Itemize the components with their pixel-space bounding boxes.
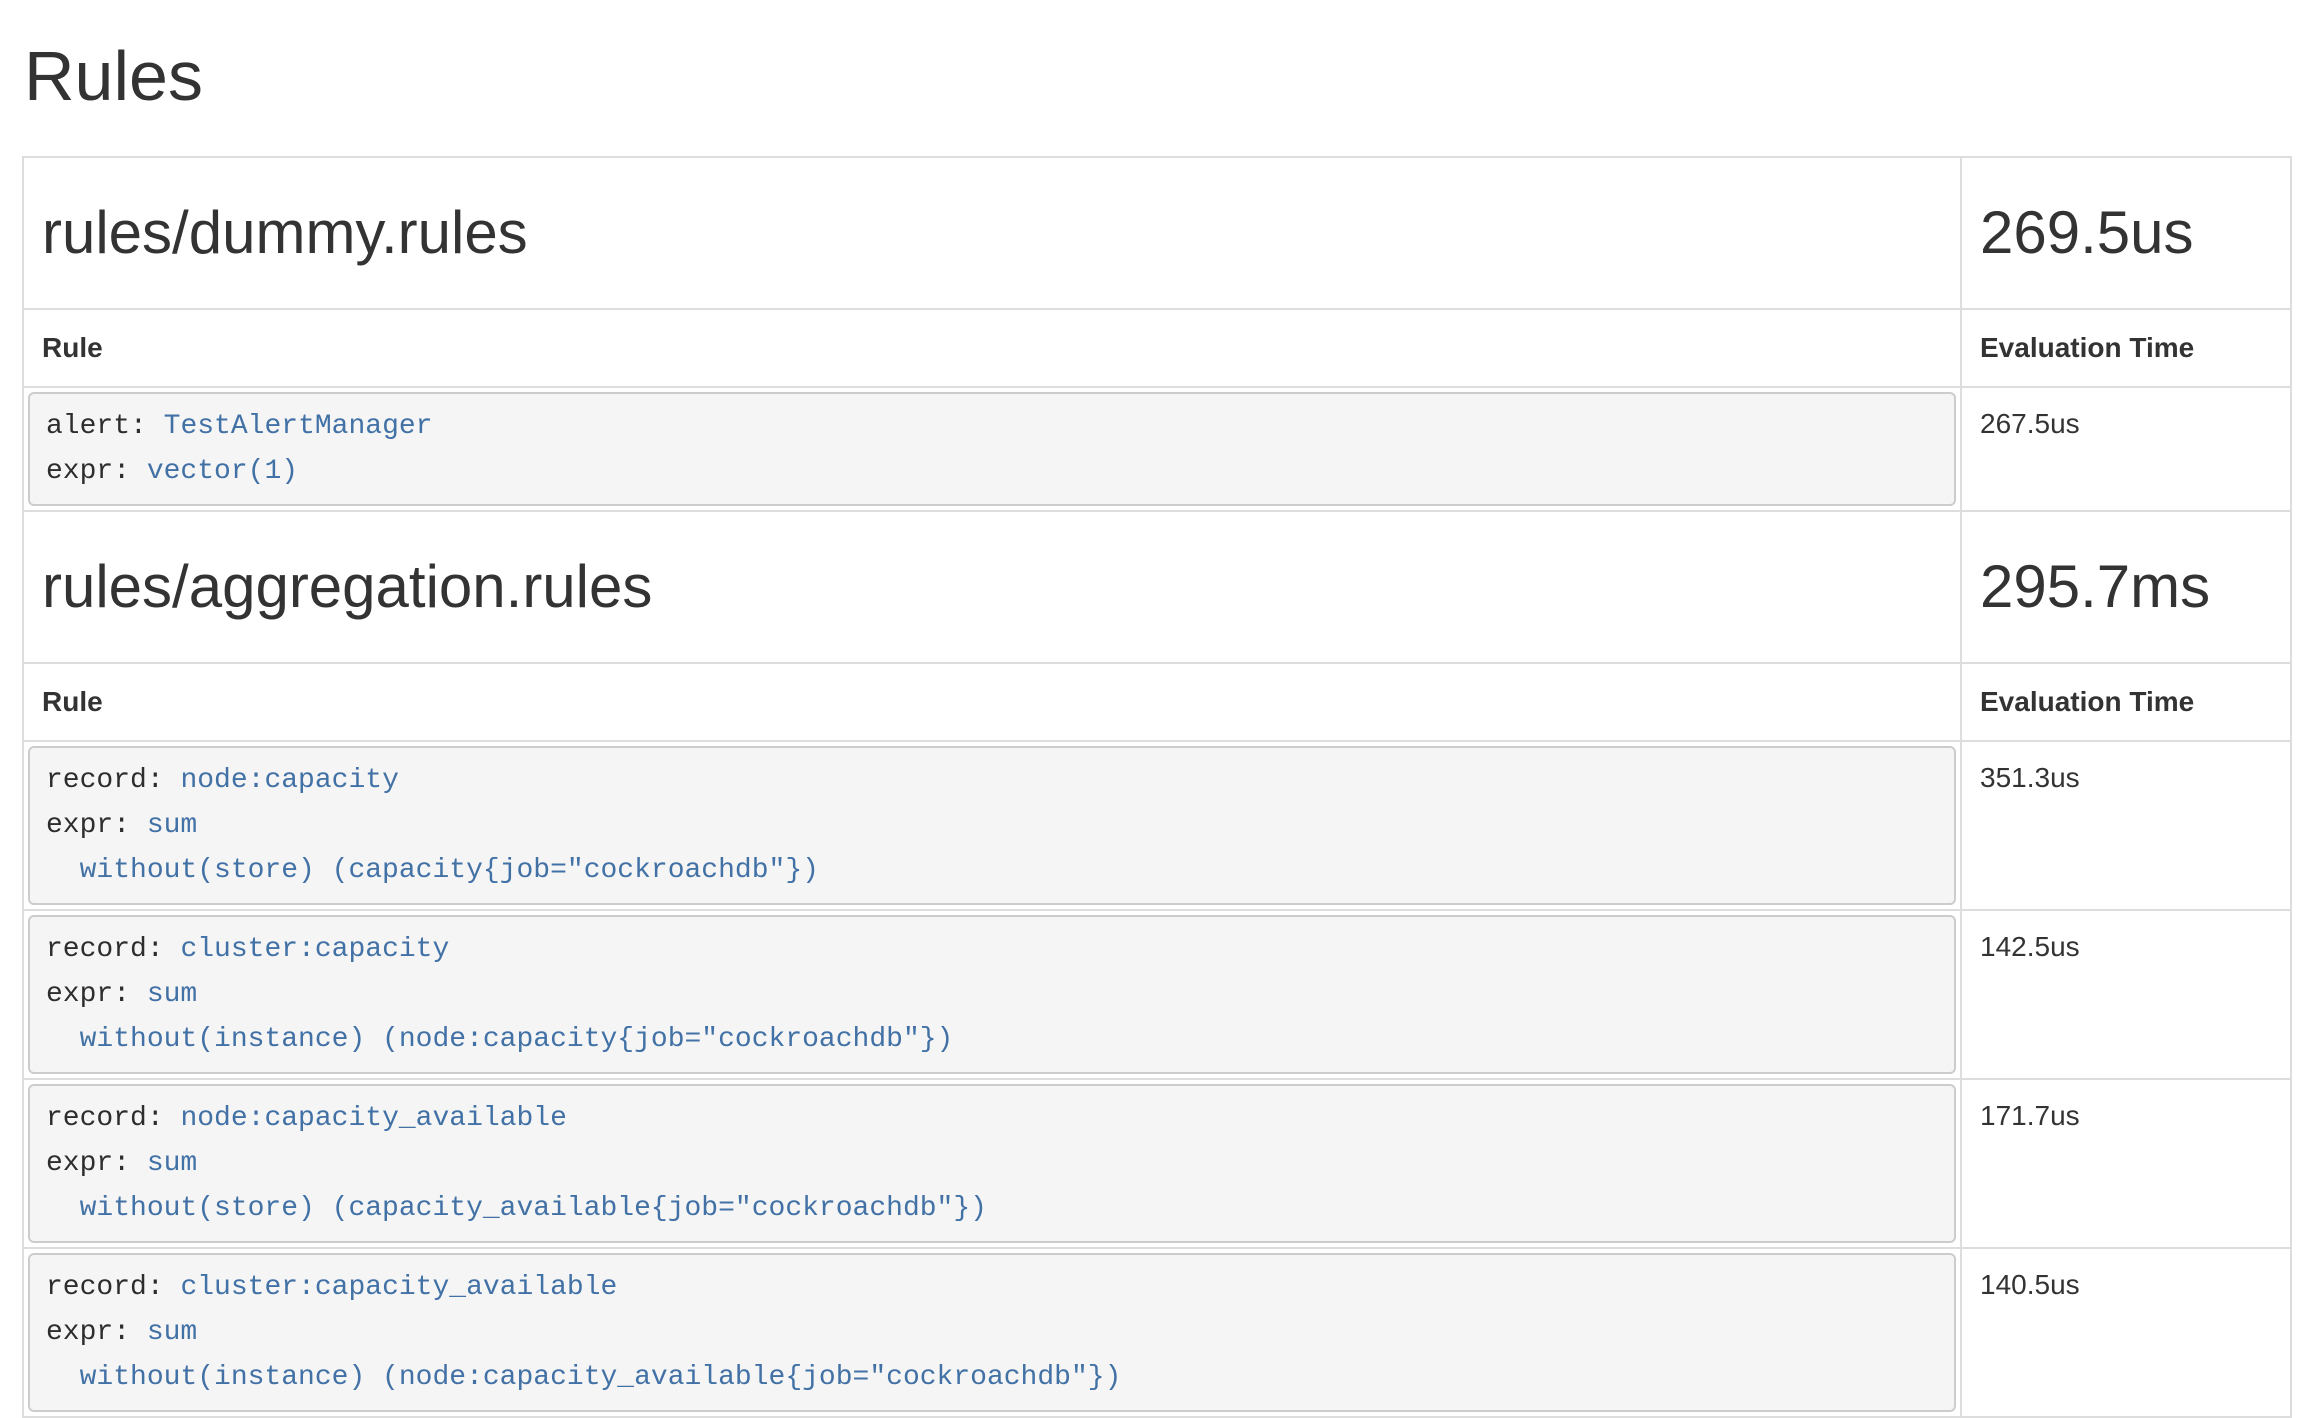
rule-name-link[interactable]: TestAlertManager	[164, 411, 433, 442]
column-header-row: Rule Evaluation Time	[23, 309, 2291, 387]
rule-row: record: cluster:capacity_availableexpr: …	[23, 1248, 2291, 1417]
rule-kind-label: record:	[46, 765, 164, 796]
rule-expr-label: expr:	[46, 810, 130, 841]
rule-kind-label: record:	[46, 1272, 164, 1303]
rule-group-eval-time: 269.5us	[1980, 190, 2272, 276]
rule-definition-cell: record: cluster:capacity_availableexpr: …	[23, 1248, 1961, 1417]
rule-column-header: Rule	[23, 309, 1961, 387]
rule-evaluation-time: 171.7us	[1961, 1079, 2291, 1248]
evaluation-time-column-header: Evaluation Time	[1961, 663, 2291, 741]
rule-name-link[interactable]: cluster:capacity_available	[180, 1272, 617, 1303]
rule-name-link[interactable]: node:capacity_available	[180, 1103, 566, 1134]
rule-expr-link[interactable]: sum without(instance) (node:capacity{job…	[46, 979, 953, 1055]
rule-group-file-cell: rules/aggregation.rules	[23, 511, 1961, 663]
rule-kind-label: alert:	[46, 411, 147, 442]
rule-evaluation-time: 140.5us	[1961, 1248, 2291, 1417]
rule-kind-label: record:	[46, 934, 164, 965]
rule-definition: record: node:capacity expr: sum without(s…	[28, 746, 1956, 905]
rule-definition-cell: record: node:capacity_available expr: sum…	[23, 1079, 1961, 1248]
rule-row: alert: TestAlertManager expr: vector(1) 2…	[23, 387, 2291, 511]
rule-definition: alert: TestAlertManager expr: vector(1)	[28, 392, 1956, 506]
rule-group-eval-time: 295.7ms	[1980, 544, 2272, 630]
column-header-row: Rule Evaluation Time	[23, 663, 2291, 741]
rule-row: record: node:capacity_available expr: sum…	[23, 1079, 2291, 1248]
rule-group-header-row: rules/aggregation.rules 295.7ms	[23, 511, 2291, 663]
rule-name-link[interactable]: node:capacity	[180, 765, 398, 796]
rule-group-eval-time-cell: 269.5us	[1961, 157, 2291, 309]
rule-expr-label: expr:	[46, 979, 130, 1010]
page-title: Rules	[24, 26, 2294, 126]
rule-evaluation-time: 351.3us	[1961, 741, 2291, 910]
rule-definition: record: cluster:capacity_availableexpr: …	[28, 1253, 1956, 1412]
rule-expr-label: expr:	[46, 1148, 130, 1179]
rule-group-eval-time-cell: 295.7ms	[1961, 511, 2291, 663]
rule-kind-label: record:	[46, 1103, 164, 1134]
rule-definition: record: cluster:capacity expr: sum withou…	[28, 915, 1956, 1074]
rule-definition-cell: record: node:capacity expr: sum without(s…	[23, 741, 1961, 910]
rule-group-file: rules/aggregation.rules	[42, 544, 1942, 630]
rule-expr-link[interactable]: sum without(store) (capacity_available{j…	[46, 1148, 987, 1224]
rule-evaluation-time: 142.5us	[1961, 910, 2291, 1079]
rule-expr-link[interactable]: sum without(store) (capacity{job="cockro…	[46, 810, 819, 886]
rule-definition-cell: record: cluster:capacity expr: sum withou…	[23, 910, 1961, 1079]
rule-group-file: rules/dummy.rules	[42, 190, 1942, 276]
rule-evaluation-time: 267.5us	[1961, 387, 2291, 511]
rule-row: record: cluster:capacity expr: sum withou…	[23, 910, 2291, 1079]
evaluation-time-column-header: Evaluation Time	[1961, 309, 2291, 387]
rule-group-file-cell: rules/dummy.rules	[23, 157, 1961, 309]
rule-group-header-row: rules/dummy.rules 269.5us	[23, 157, 2291, 309]
rule-column-header: Rule	[23, 663, 1961, 741]
rule-name-link[interactable]: cluster:capacity	[180, 934, 449, 965]
rule-expr-link[interactable]: sum without(instance) (node:capacity_ava…	[46, 1317, 1121, 1393]
rules-table: rules/dummy.rules 269.5us Rule Evaluatio…	[22, 156, 2292, 1418]
rule-definition-cell: alert: TestAlertManager expr: vector(1)	[23, 387, 1961, 511]
rule-expr-label: expr:	[46, 456, 130, 487]
rule-row: record: node:capacity expr: sum without(s…	[23, 741, 2291, 910]
rule-definition: record: node:capacity_available expr: sum…	[28, 1084, 1956, 1243]
rule-expr-link[interactable]: vector(1)	[147, 456, 298, 487]
